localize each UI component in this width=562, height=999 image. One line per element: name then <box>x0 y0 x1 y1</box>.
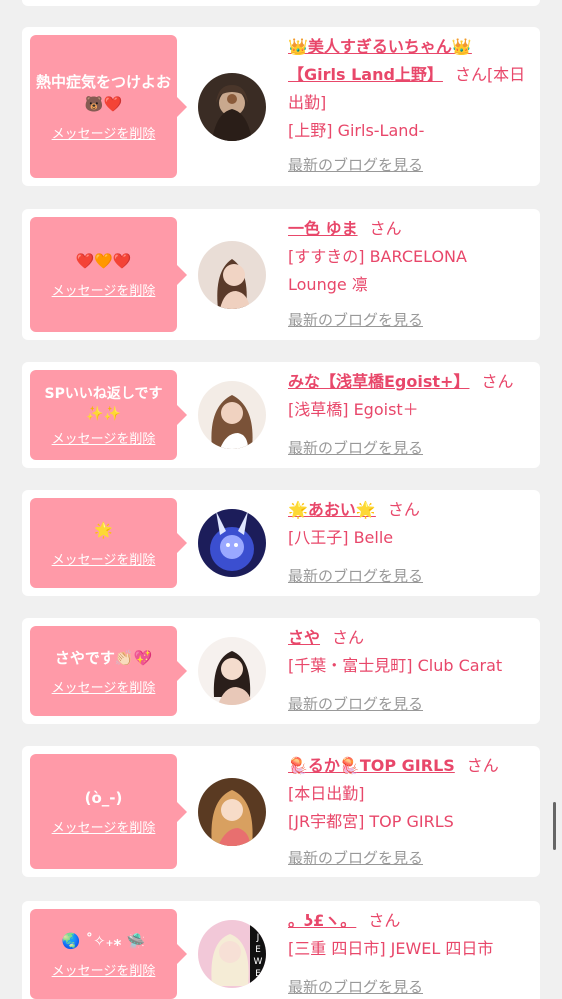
scrollbar[interactable] <box>553 802 556 850</box>
shop-detail: [JR宇都宮] TOP GIRLS <box>288 812 454 831</box>
message-bubble: 熱中症気をつけよお🐻❤️ メッセージを削除 <box>30 35 177 178</box>
honorific: さん <box>332 628 365 647</box>
shop-detail: [千葉・富士見町] Club Carat <box>288 656 503 675</box>
profile-name-link[interactable]: さや <box>288 628 320 647</box>
svg-text:E: E <box>255 945 261 955</box>
message-card: 🌏 ˚✧₊⁎ 🛸 メッセージを削除 JEWE 。ʖ£ヽ。 さん [三重 四日市] … <box>22 901 540 999</box>
message-bubble: (ò_-) メッセージを削除 <box>30 754 177 869</box>
message-card: さやです👏🏻💖 メッセージを削除 さや さん [千葉・富士見町] Club Car… <box>22 618 540 724</box>
message-text: 熱中症気をつけよお🐻❤️ <box>36 73 172 113</box>
honorific: さん <box>466 756 499 775</box>
delete-message-link[interactable]: メッセージを削除 <box>52 960 156 979</box>
message-bubble: 🌟 メッセージを削除 <box>30 498 177 588</box>
latest-blog-link[interactable]: 最新のブログを見る <box>288 847 423 868</box>
shop-detail: [三重 四日市] JEWEL 四日市 <box>288 939 494 958</box>
message-text: 🌟 <box>94 520 113 539</box>
shop-detail: [浅草橋] Egoist＋ <box>288 400 419 419</box>
delete-message-link[interactable]: メッセージを削除 <box>52 817 156 836</box>
profile-name-link[interactable]: 一色 ゆま <box>288 219 358 238</box>
message-text: SPいいね返しです✨✨ <box>44 385 163 422</box>
avatar[interactable] <box>198 509 266 577</box>
avatar[interactable] <box>198 637 266 705</box>
profile-info: みな【浅草橋Egoist+】 さん [浅草橋] Egoist＋ <box>288 368 528 424</box>
latest-blog-link[interactable]: 最新のブログを見る <box>288 437 423 458</box>
honorific: さん <box>368 911 401 930</box>
message-bubble: 🌏 ˚✧₊⁎ 🛸 メッセージを削除 <box>30 909 177 999</box>
latest-blog-link[interactable]: 最新のブログを見る <box>288 693 423 714</box>
profile-name-link[interactable]: 🪼るか🪼TOP GIRLS <box>288 756 455 775</box>
latest-blog-link[interactable]: 最新のブログを見る <box>288 976 423 997</box>
profile-info: 🪼るか🪼TOP GIRLS さん [本日出勤] [JR宇都宮] TOP GIRLS <box>288 752 528 836</box>
svg-text:W: W <box>254 957 263 967</box>
previous-card-edge <box>22 0 540 6</box>
avatar[interactable] <box>198 778 266 846</box>
avatar[interactable] <box>198 73 266 141</box>
message-card: ❤️🧡❤️ メッセージを削除 一色 ゆま さん [すすきの] BARCELONA … <box>22 209 540 340</box>
message-card: 🌟 メッセージを削除 🌟あおい🌟 さん [八王子] Belle 最新のブログを見る <box>22 490 540 596</box>
status-detail: [本日出勤] <box>288 784 365 803</box>
shop-detail: [上野] Girls-Land- <box>288 121 425 140</box>
svg-text:J: J <box>256 933 260 943</box>
profile-name-link[interactable]: 👑美人すぎるいちゃん👑【Girls Land上野】 <box>288 37 472 84</box>
profile-name-link[interactable]: 🌟あおい🌟 <box>288 500 376 519</box>
message-bubble: ❤️🧡❤️ メッセージを削除 <box>30 217 177 332</box>
honorific: さん <box>481 372 514 391</box>
message-text: さやです👏🏻💖 <box>54 648 153 667</box>
message-text: (ò_-) <box>84 789 123 807</box>
latest-blog-link[interactable]: 最新のブログを見る <box>288 154 423 175</box>
profile-info: 一色 ゆま さん [すすきの] BARCELONA Lounge 凛 <box>288 215 528 299</box>
delete-message-link[interactable]: メッセージを削除 <box>52 123 156 142</box>
svg-text:E: E <box>255 969 261 979</box>
delete-message-link[interactable]: メッセージを削除 <box>52 549 156 568</box>
message-text: 🌏 ˚✧₊⁎ 🛸 <box>61 931 146 950</box>
delete-message-link[interactable]: メッセージを削除 <box>52 428 156 447</box>
message-card: (ò_-) メッセージを削除 🪼るか🪼TOP GIRLS さん [本日出勤] [J… <box>22 746 540 877</box>
avatar[interactable] <box>198 381 266 449</box>
profile-info: 👑美人すぎるいちゃん👑【Girls Land上野】 さん[本日出勤] [上野] G… <box>288 33 528 145</box>
avatar[interactable]: JEWE <box>198 920 266 988</box>
shop-detail: [すすきの] BARCELONA Lounge 凛 <box>288 247 467 294</box>
message-text: ❤️🧡❤️ <box>75 252 132 270</box>
delete-message-link[interactable]: メッセージを削除 <box>52 280 156 299</box>
message-bubble: さやです👏🏻💖 メッセージを削除 <box>30 626 177 716</box>
profile-info: 🌟あおい🌟 さん [八王子] Belle <box>288 496 528 552</box>
delete-message-link[interactable]: メッセージを削除 <box>52 677 156 696</box>
message-card: 熱中症気をつけよお🐻❤️ メッセージを削除 👑美人すぎるいちゃん👑【Girls … <box>22 27 540 186</box>
latest-blog-link[interactable]: 最新のブログを見る <box>288 565 423 586</box>
latest-blog-link[interactable]: 最新のブログを見る <box>288 309 423 330</box>
profile-name-link[interactable]: 。ʖ£ヽ。 <box>288 911 356 930</box>
profile-info: 。ʖ£ヽ。 さん [三重 四日市] JEWEL 四日市 <box>288 907 528 963</box>
avatar[interactable] <box>198 241 266 309</box>
profile-name-link[interactable]: みな【浅草橋Egoist+】 <box>288 372 469 391</box>
shop-detail: [八王子] Belle <box>288 528 394 547</box>
profile-info: さや さん [千葉・富士見町] Club Carat <box>288 624 528 680</box>
honorific: さん <box>387 500 420 519</box>
message-card: SPいいね返しです✨✨ メッセージを削除 みな【浅草橋Egoist+】 さん [浅… <box>22 362 540 468</box>
honorific: さん <box>369 219 402 238</box>
message-bubble: SPいいね返しです✨✨ メッセージを削除 <box>30 370 177 460</box>
